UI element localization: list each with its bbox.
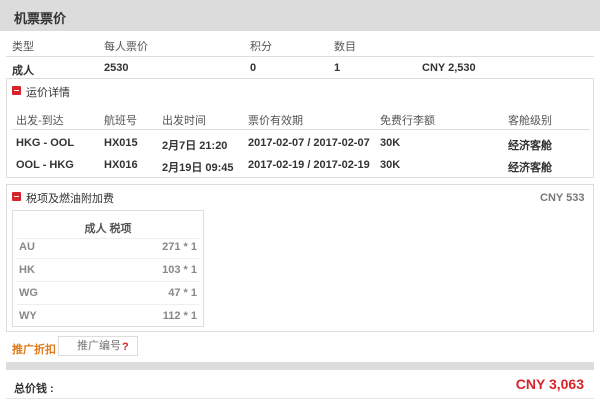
taxes-title: 税项及燃油附加费 [26,193,114,205]
taxes-total: CNY 533 [540,192,585,204]
tax-amount: 112 * 1 [162,310,197,322]
fare-baggage: 30K [380,137,401,149]
fare-flight: HX016 [104,159,138,171]
fare-departure: 2月19日 09:45 [162,162,234,174]
tax-code: WY [19,310,37,322]
collapse-icon[interactable] [12,192,21,201]
tax-table-header: 成人 税项 [84,223,132,235]
divider [17,281,199,282]
col-type: 类型 [12,41,34,53]
promo-help-icon[interactable]: ? [122,341,129,353]
fare-col-cabin: 客舱级别 [508,115,552,127]
fare-details-title: 运价详情 [26,87,70,99]
fare-route: OOL - HKG [16,159,74,171]
tax-amount: 47 * 1 [168,287,197,299]
tax-table: 成人 税项 AU 271 * 1 HK 103 * 1 WG 47 * 1 WY… [12,210,204,327]
divider [17,238,199,239]
divider [6,398,594,399]
fare-col-route: 出发-到达 [16,115,64,127]
col-price: 每人票价 [104,41,148,53]
fare-departure: 2月7日 21:20 [162,140,228,152]
collapse-icon[interactable] [12,86,21,95]
row-count: 1 [334,62,341,74]
divider [17,258,199,259]
fare-col-departure: 出发时间 [162,115,206,127]
row-type: 成人 [12,65,34,77]
fare-cabin: 经济客舱 [508,162,552,174]
col-count: 数目 [334,41,356,53]
promo-label: 推广折扣 [12,344,56,356]
fare-col-baggage: 免费行李额 [380,115,435,127]
tax-amount: 271 * 1 [162,241,197,253]
tax-code: HK [19,264,35,276]
row-points: 0 [250,62,257,74]
fare-flight: HX015 [104,137,138,149]
header-bar: 机票票价 [0,0,600,31]
fare-col-validity: 票价有效期 [248,115,303,127]
divider [12,129,590,130]
tax-amount: 103 * 1 [162,264,197,276]
col-points: 积分 [250,41,272,53]
row-subtotal: CNY 2,530 [422,62,476,74]
total-label: 总价钱 : [14,383,54,395]
divider [17,304,199,305]
tax-code: WG [19,287,38,299]
page-title: 机票票价 [14,11,67,26]
fare-route: HKG - OOL [16,137,75,149]
row-price: 2530 [104,62,129,74]
total-bar [6,362,594,370]
fare-validity: 2017-02-07 / 2017-02-07 [248,137,370,149]
total-amount: CNY 3,063 [515,376,584,392]
divider [6,56,594,57]
fare-baggage: 30K [380,159,401,171]
fare-cabin: 经济客舱 [508,140,552,152]
tax-code: AU [19,241,35,253]
fare-col-flight: 航班号 [104,115,137,127]
fare-validity: 2017-02-19 / 2017-02-19 [248,159,370,171]
